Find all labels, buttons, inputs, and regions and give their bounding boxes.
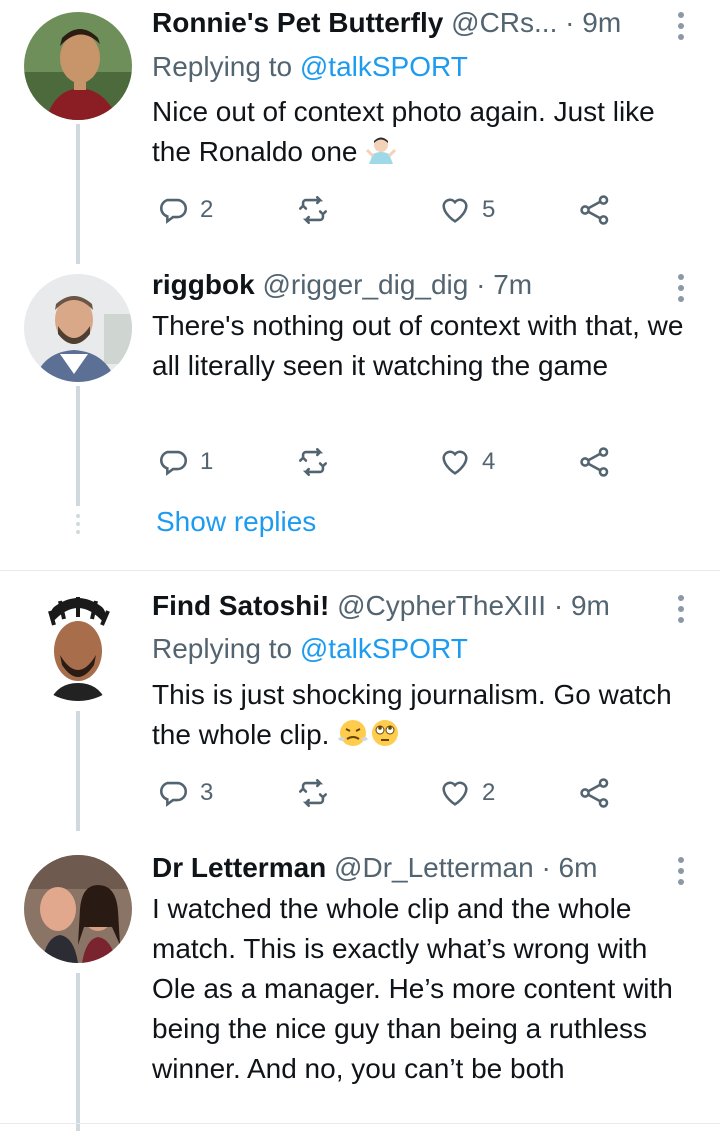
user-handle[interactable]: @CypherTheXIII [337,590,546,621]
thread-continuation-dots [76,514,80,534]
tweet-text: There's nothing out of context with that… [152,306,692,386]
tweet-header: Ronnie's Pet Butterfly @CRs... · 9m [152,6,660,40]
avatar[interactable] [24,12,132,120]
heart-icon [442,198,468,223]
face-rolling-eyes-emoji [372,720,399,746]
bottom-divider [0,1123,720,1124]
display-name[interactable]: Ronnie's Pet Butterfly [152,7,443,38]
replying-to: Replying to @talkSPORT [152,50,468,84]
share-icon [580,195,609,225]
reply-button[interactable]: 2 [156,190,213,230]
replying-to: Replying to @talkSPORT [152,632,468,666]
replying-to-prefix: Replying to [152,633,293,664]
like-count: 5 [482,196,496,223]
like-count: 2 [482,779,496,806]
display-name[interactable]: riggbok [152,269,255,300]
separator-dot: · [541,852,551,883]
like-button[interactable]: 5 [438,190,495,230]
heart-icon [442,781,468,806]
tweet-4[interactable]: Dr Letterman @Dr_Letterman · 6m I watche… [0,831,720,1131]
tweet-text-content: This is just shocking journalism. Go wat… [152,679,672,750]
user-handle[interactable]: @CRs... [451,7,557,38]
tweet-header: Dr Letterman @Dr_Letterman · 6m [152,851,660,885]
tweet-text: This is just shocking journalism. Go wat… [152,675,692,755]
retweet-icon [298,447,328,477]
show-replies-link[interactable]: Show replies [156,506,316,538]
thread-line [76,711,80,831]
tweet-header: riggbok @rigger_dig_dig · 7m [152,268,660,302]
avatar-photo-icon [24,855,132,963]
user-handle[interactable]: @Dr_Letterman [334,852,534,883]
more-options-icon[interactable] [678,857,684,885]
tweet-actions: 3 2 [152,773,632,813]
retweet-icon [298,195,328,225]
retweet-button[interactable] [296,773,340,813]
retweet-button[interactable] [296,190,340,230]
reply-button[interactable]: 1 [156,442,213,482]
reply-count: 3 [200,779,214,806]
thread-line [76,124,80,264]
retweet-button[interactable] [296,442,340,482]
reply-icon [160,450,187,476]
share-icon [580,778,609,808]
avatar[interactable] [24,274,132,382]
tweet-1[interactable]: Ronnie's Pet Butterfly @CRs... · 9m Repl… [0,0,720,264]
tweet-text: I watched the whole clip and the whole m… [152,889,692,1089]
tweet-header: Find Satoshi! @CypherTheXIII · 9m [152,589,660,623]
timestamp[interactable]: 9m [582,7,621,38]
tweet-text-content: Nice out of context photo again. Just li… [152,96,655,167]
avatar-photo-icon [24,593,132,701]
share-button[interactable] [578,773,612,813]
share-icon [580,447,609,477]
reply-icon [160,781,187,807]
display-name[interactable]: Find Satoshi! [152,590,329,621]
separator-dot: · [476,269,486,300]
mention-link[interactable]: @talkSPORT [300,633,468,664]
reply-button[interactable]: 3 [156,773,213,813]
like-button[interactable]: 2 [438,773,495,813]
more-options-icon[interactable] [678,595,684,623]
share-button[interactable] [578,442,612,482]
share-button[interactable] [578,190,612,230]
tweet-actions: 1 4 [152,442,632,482]
reply-count: 1 [200,448,214,475]
separator-dot: · [553,590,564,621]
avatar-photo-icon [24,12,132,120]
user-handle[interactable]: @rigger_dig_dig [262,269,468,300]
tweet-3[interactable]: Find Satoshi! @CypherTheXIII · 9m Replyi… [0,571,720,831]
thread-line [76,973,80,1131]
like-count: 4 [482,448,496,475]
thread-line [76,386,80,506]
tweet-text-content: I watched the whole clip and the whole m… [152,893,673,1084]
timestamp[interactable]: 9m [571,590,610,621]
avatar[interactable] [24,593,132,701]
avatar[interactable] [24,855,132,963]
display-name[interactable]: Dr Letterman [152,852,326,883]
retweet-icon [298,778,328,808]
person-shrugging-emoji [366,137,397,164]
tweet-2[interactable]: riggbok @rigger_dig_dig · 7m There's not… [0,260,720,570]
timestamp[interactable]: 6m [559,852,598,883]
timestamp[interactable]: 7m [493,269,532,300]
like-button[interactable]: 4 [438,442,495,482]
replying-to-prefix: Replying to [152,51,293,82]
separator-dot: · [565,7,575,38]
tweet-text-content: There's nothing out of context with that… [152,310,684,381]
more-options-icon[interactable] [678,274,684,302]
avatar-photo-icon [24,274,132,382]
more-options-icon[interactable] [678,12,684,40]
tweet-actions: 2 5 [152,190,632,230]
tweet-text: Nice out of context photo again. Just li… [152,92,692,172]
reply-count: 2 [200,196,214,223]
face-with-steam-emoji [338,720,369,746]
heart-icon [442,450,468,475]
mention-link[interactable]: @talkSPORT [300,51,468,82]
reply-icon [160,198,187,224]
